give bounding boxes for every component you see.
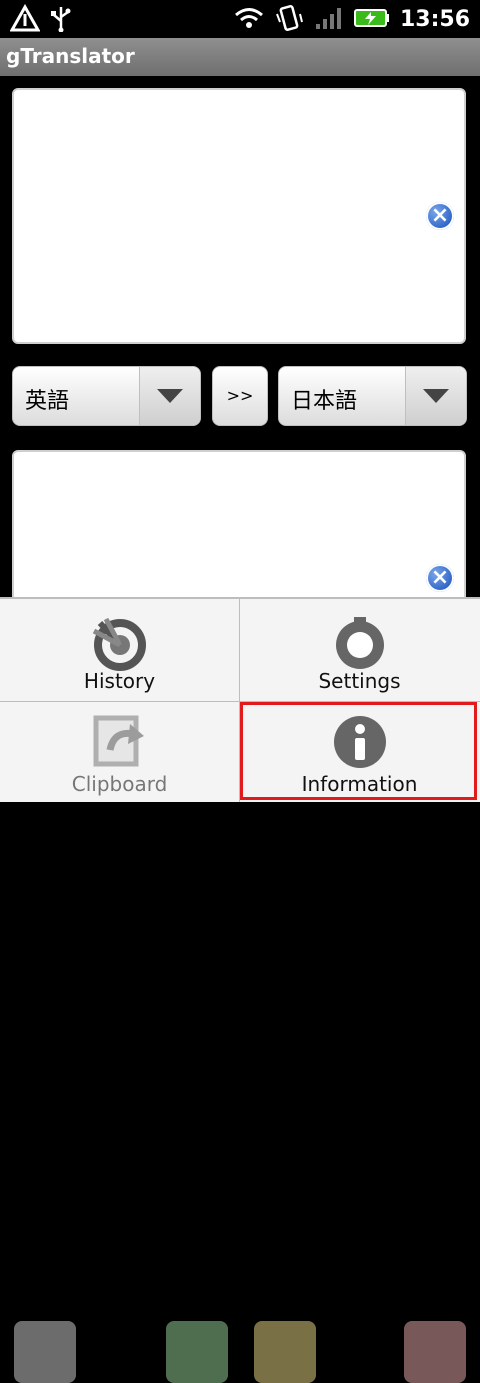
- target-language-label: 日本語: [291, 389, 358, 414]
- usb-icon: [50, 4, 72, 36]
- history-icon: [92, 615, 148, 675]
- settings-icon: [332, 615, 388, 675]
- target-language-select[interactable]: 日本語: [278, 366, 467, 426]
- clear-source-icon[interactable]: ×: [426, 202, 454, 230]
- wifi-icon: [234, 6, 264, 34]
- source-text-input[interactable]: ×: [12, 88, 466, 344]
- menu-item-label: Clipboard: [71, 772, 168, 796]
- vibrate-icon: [274, 4, 304, 36]
- swap-languages-button[interactable]: >>: [212, 366, 268, 426]
- warning-icon: [9, 3, 41, 36]
- clear-result-icon[interactable]: ×: [426, 564, 454, 592]
- result-text-output[interactable]: ×: [12, 450, 466, 610]
- source-language-select[interactable]: 英語: [12, 366, 201, 426]
- battery-icon: [353, 7, 390, 33]
- menu-item-label: Settings: [318, 669, 401, 693]
- menu-item-history[interactable]: History: [0, 599, 239, 699]
- signal-icon: [314, 6, 344, 34]
- app-title-bar: gTranslator: [0, 38, 480, 76]
- background-app-icon: [166, 1321, 228, 1383]
- menu-item-label: History: [83, 669, 156, 693]
- background-app-icon: [404, 1321, 466, 1383]
- menu-item-clipboard[interactable]: Clipboard: [0, 702, 239, 802]
- status-bar: 13:56: [0, 0, 480, 38]
- source-language-label: 英語: [25, 389, 70, 414]
- source-language-dropdown-button[interactable]: [139, 367, 200, 425]
- clock: 13:56: [399, 7, 470, 32]
- clipboard-icon: [90, 714, 150, 774]
- background-mail-icon: [254, 1321, 316, 1383]
- background-microphone-icon: [14, 1321, 76, 1383]
- menu-item-settings[interactable]: Settings: [240, 599, 479, 699]
- app-title: gTranslator: [6, 44, 135, 68]
- selection-highlight: [240, 702, 477, 800]
- target-language-dropdown-button[interactable]: [405, 367, 466, 425]
